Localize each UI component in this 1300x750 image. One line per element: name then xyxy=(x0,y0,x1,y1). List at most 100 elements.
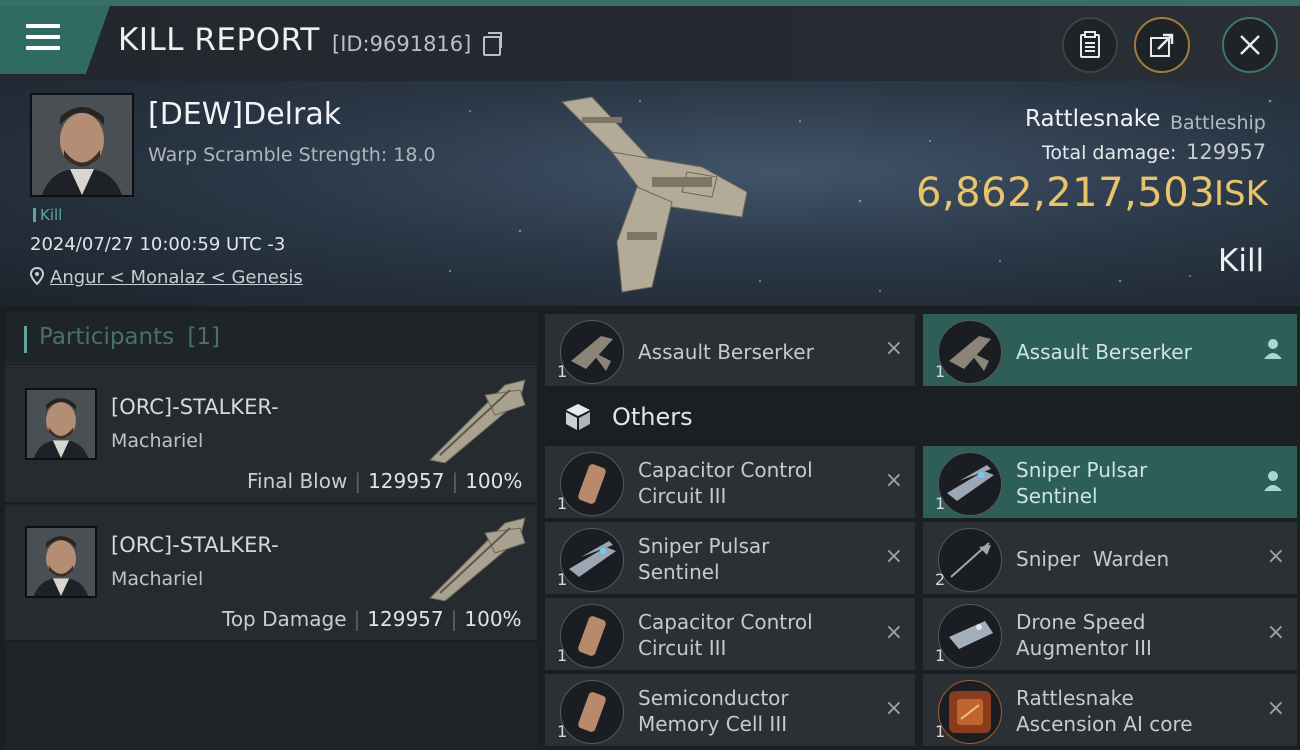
item-cell[interactable]: 1 Sniper Pulsar Sentinel xyxy=(923,446,1297,518)
item-label-line1: Drone Speed xyxy=(1016,610,1146,634)
item-label-line2: Circuit III xyxy=(638,484,727,508)
item-label-line2: Sentinel xyxy=(638,560,720,584)
person-icon xyxy=(1264,471,1282,491)
memory-cell-icon xyxy=(560,680,624,744)
kill-datetime: 2024/07/27 10:00:59 UTC -3 xyxy=(30,234,286,255)
item-cell[interactable]: 1 Sniper Pulsar Sentinel × xyxy=(545,522,915,594)
person-icon xyxy=(1264,339,1282,359)
total-damage-label: Total damage: xyxy=(1042,142,1177,164)
item-cell[interactable]: 1 Rattlesnake Ascension AI core × xyxy=(923,674,1297,746)
item-cell[interactable]: 1 Capacitor Control Circuit III × xyxy=(545,598,915,670)
item-label-line1: Capacitor Control xyxy=(638,610,813,634)
share-button[interactable] xyxy=(1134,17,1190,73)
item-label-line1: Sniper Pulsar xyxy=(638,534,770,558)
participant-ship: Machariel xyxy=(111,430,204,452)
warp-scramble-strength: Warp Scramble Strength: 18.0 xyxy=(148,144,436,166)
sentinel-drone-icon xyxy=(938,452,1002,516)
capacitor-circuit-icon xyxy=(560,604,624,668)
participants-count: [1] xyxy=(187,324,221,350)
destroyed-x-icon: × xyxy=(884,336,903,361)
participant-name: [ORC]-STALKER- xyxy=(111,533,279,557)
avatar xyxy=(27,390,95,458)
participant-percent: 100% xyxy=(465,469,523,493)
participant-role: Final Blow xyxy=(247,469,348,493)
item-quantity: 1 xyxy=(557,570,568,589)
victim-name[interactable]: [DEW]Delrak xyxy=(148,97,341,132)
destroyed-x-icon: × xyxy=(1266,620,1285,645)
destroyed-x-icon: × xyxy=(1266,544,1285,569)
destroyed-x-icon: × xyxy=(884,468,903,493)
participant-ship-image xyxy=(428,379,526,463)
participant-stats: Top Damage | 129957 | 100% xyxy=(222,607,522,631)
cube-icon xyxy=(566,404,590,430)
participant-ship-image xyxy=(428,517,526,601)
item-quantity: 1 xyxy=(557,362,568,381)
victim-portrait[interactable] xyxy=(30,93,134,197)
participant-damage: 129957 xyxy=(368,469,445,493)
participants-title-text: Participants xyxy=(39,324,175,350)
clipboard-button[interactable] xyxy=(1062,17,1118,73)
item-quantity: 1 xyxy=(557,494,568,513)
item-quantity: 1 xyxy=(557,722,568,741)
item-quantity: 1 xyxy=(935,362,946,381)
item-label-line1: Rattlesnake xyxy=(1016,686,1134,710)
participant-role: Top Damage xyxy=(222,607,347,631)
clipboard-icon xyxy=(1080,31,1100,58)
close-button[interactable] xyxy=(1222,17,1278,73)
participant-name: [ORC]-STALKER- xyxy=(111,395,279,419)
item-quantity: 1 xyxy=(935,722,946,741)
share-icon xyxy=(1150,33,1174,57)
participant-portrait[interactable] xyxy=(25,526,97,598)
page-title: KILL REPORT xyxy=(118,22,320,58)
item-label-line1: Capacitor Control xyxy=(638,458,813,482)
capacitor-circuit-icon xyxy=(560,452,624,516)
item-label-line2: Ascension AI core xyxy=(1016,712,1193,736)
ai-core-icon xyxy=(938,680,1002,744)
kill-location[interactable]: Angur < Monalaz < Genesis xyxy=(29,266,303,288)
participant-stats: Final Blow | 129957 | 100% xyxy=(247,469,523,493)
item-quantity: 2 xyxy=(935,570,946,589)
item-cell[interactable]: 1 Drone Speed Augmentor III × xyxy=(923,598,1297,670)
item-quantity: 1 xyxy=(557,646,568,665)
item-label: Assault Berserker xyxy=(1016,340,1192,364)
item-label-line1: Semiconductor xyxy=(638,686,789,710)
participant-percent: 100% xyxy=(464,607,522,631)
destroyed-x-icon: × xyxy=(884,696,903,721)
sentinel-drone-icon xyxy=(560,528,624,592)
drone-speed-augmentor-icon xyxy=(938,604,1002,668)
drone-icon xyxy=(560,320,624,384)
participant-damage: 129957 xyxy=(367,607,444,631)
copy-icon[interactable] xyxy=(483,32,502,56)
participants-title: Participants [1] xyxy=(23,324,221,353)
menu-icon[interactable] xyxy=(26,24,60,50)
drone-icon xyxy=(938,320,1002,384)
destroyed-x-icon: × xyxy=(884,620,903,645)
isk-value: 6,862,217,503 xyxy=(916,170,1216,216)
avatar xyxy=(32,95,132,195)
item-label-line2: Sentinel xyxy=(1016,484,1098,508)
others-section-header xyxy=(545,390,915,444)
item-label-line2: Augmentor III xyxy=(1016,636,1152,660)
victim-ship-image xyxy=(560,96,748,293)
report-id: [ID:9691816] xyxy=(332,32,472,56)
kill-tag: Kill xyxy=(33,206,62,224)
item-cell[interactable]: 1 Assault Berserker xyxy=(923,314,1297,386)
item-label: Sniper Warden xyxy=(1016,547,1170,571)
participant-portrait[interactable] xyxy=(25,388,97,460)
item-cell[interactable]: 1 Assault Berserker × xyxy=(545,314,915,386)
total-damage-value: 129957 xyxy=(1186,140,1267,164)
destroyed-x-icon: × xyxy=(1266,696,1285,721)
avatar xyxy=(27,528,95,596)
item-cell[interactable]: 2 Sniper Warden × xyxy=(923,522,1297,594)
isk-unit: ISK xyxy=(1214,174,1268,214)
close-icon xyxy=(1240,35,1260,55)
participant-ship: Machariel xyxy=(111,568,204,590)
item-cell[interactable]: 1 Capacitor Control Circuit III × xyxy=(545,446,915,518)
victim-ship-name: Rattlesnake xyxy=(1025,106,1161,132)
item-label-line2: Memory Cell III xyxy=(638,712,788,736)
location-link[interactable]: Angur < Monalaz < Genesis xyxy=(50,267,303,288)
victim-ship-class: Battleship xyxy=(1170,112,1266,134)
item-label: Assault Berserker xyxy=(638,340,814,364)
item-cell[interactable]: 1 Semiconductor Memory Cell III × xyxy=(545,674,915,746)
warden-drone-icon xyxy=(938,528,1002,592)
